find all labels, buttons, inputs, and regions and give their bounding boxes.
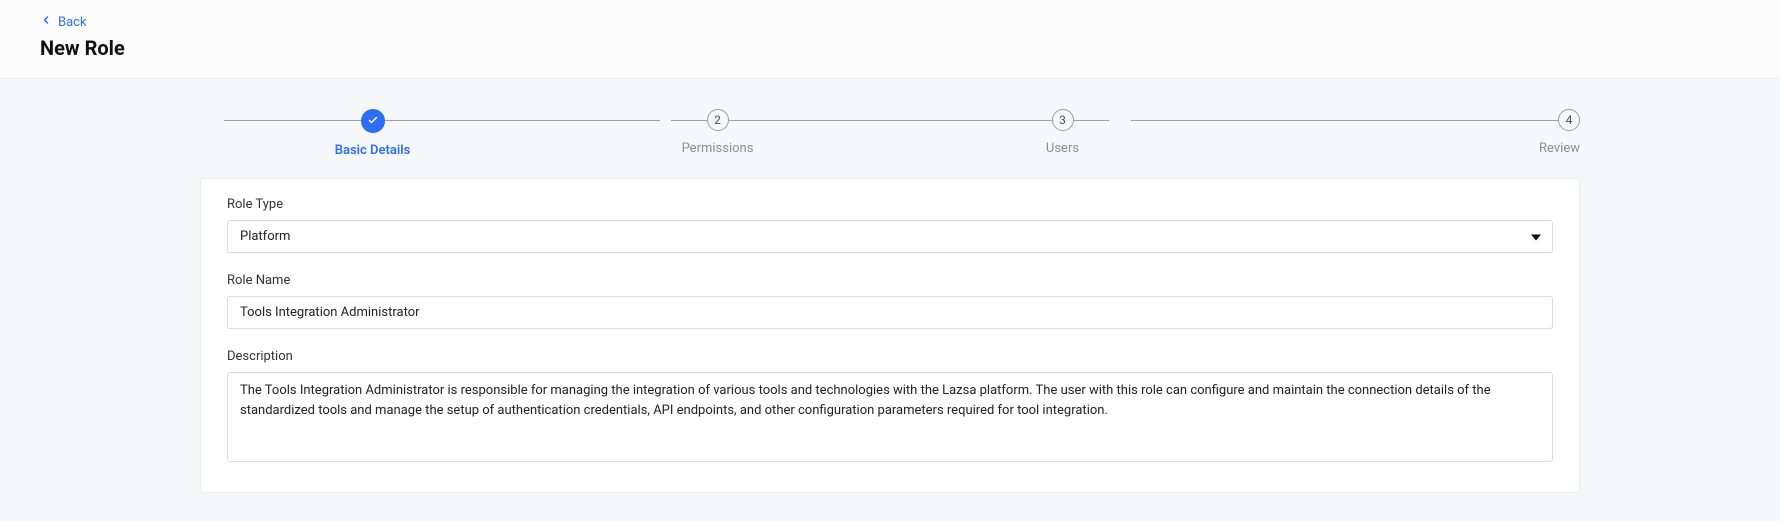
role-type-select[interactable]: Platform — [227, 220, 1553, 253]
back-link[interactable]: Back — [40, 14, 87, 30]
step-circle: 3 — [1052, 109, 1074, 131]
step-circle: 2 — [707, 109, 729, 131]
step-circle-active — [361, 109, 385, 133]
step-basic-details[interactable]: Basic Details — [200, 109, 545, 158]
description-textarea[interactable] — [227, 372, 1553, 462]
chevron-left-icon — [40, 14, 52, 30]
form-card: Role Type Platform Role Name Description — [200, 178, 1580, 493]
step-label: Basic Details — [335, 143, 411, 158]
role-name-input[interactable] — [227, 296, 1553, 329]
step-review[interactable]: 4 Review — [1235, 109, 1580, 156]
page-header: Back New Role — [0, 0, 1780, 79]
description-label: Description — [227, 349, 1553, 364]
page-title: New Role — [40, 36, 1740, 60]
step-circle: 4 — [1558, 109, 1580, 131]
field-description: Description — [227, 349, 1553, 466]
role-type-value: Platform — [227, 220, 1553, 253]
stepper: Basic Details 2 Permissions 3 Users 4 Re… — [0, 79, 1780, 178]
role-type-label: Role Type — [227, 197, 1553, 212]
step-users[interactable]: 3 Users — [890, 109, 1235, 156]
step-permissions[interactable]: 2 Permissions — [545, 109, 890, 156]
step-label: Permissions — [682, 141, 754, 156]
step-label: Users — [1046, 141, 1079, 156]
back-label: Back — [58, 15, 87, 30]
check-icon — [367, 114, 379, 129]
role-name-label: Role Name — [227, 273, 1553, 288]
field-role-name: Role Name — [227, 273, 1553, 329]
field-role-type: Role Type Platform — [227, 197, 1553, 253]
step-label: Review — [1539, 141, 1580, 156]
